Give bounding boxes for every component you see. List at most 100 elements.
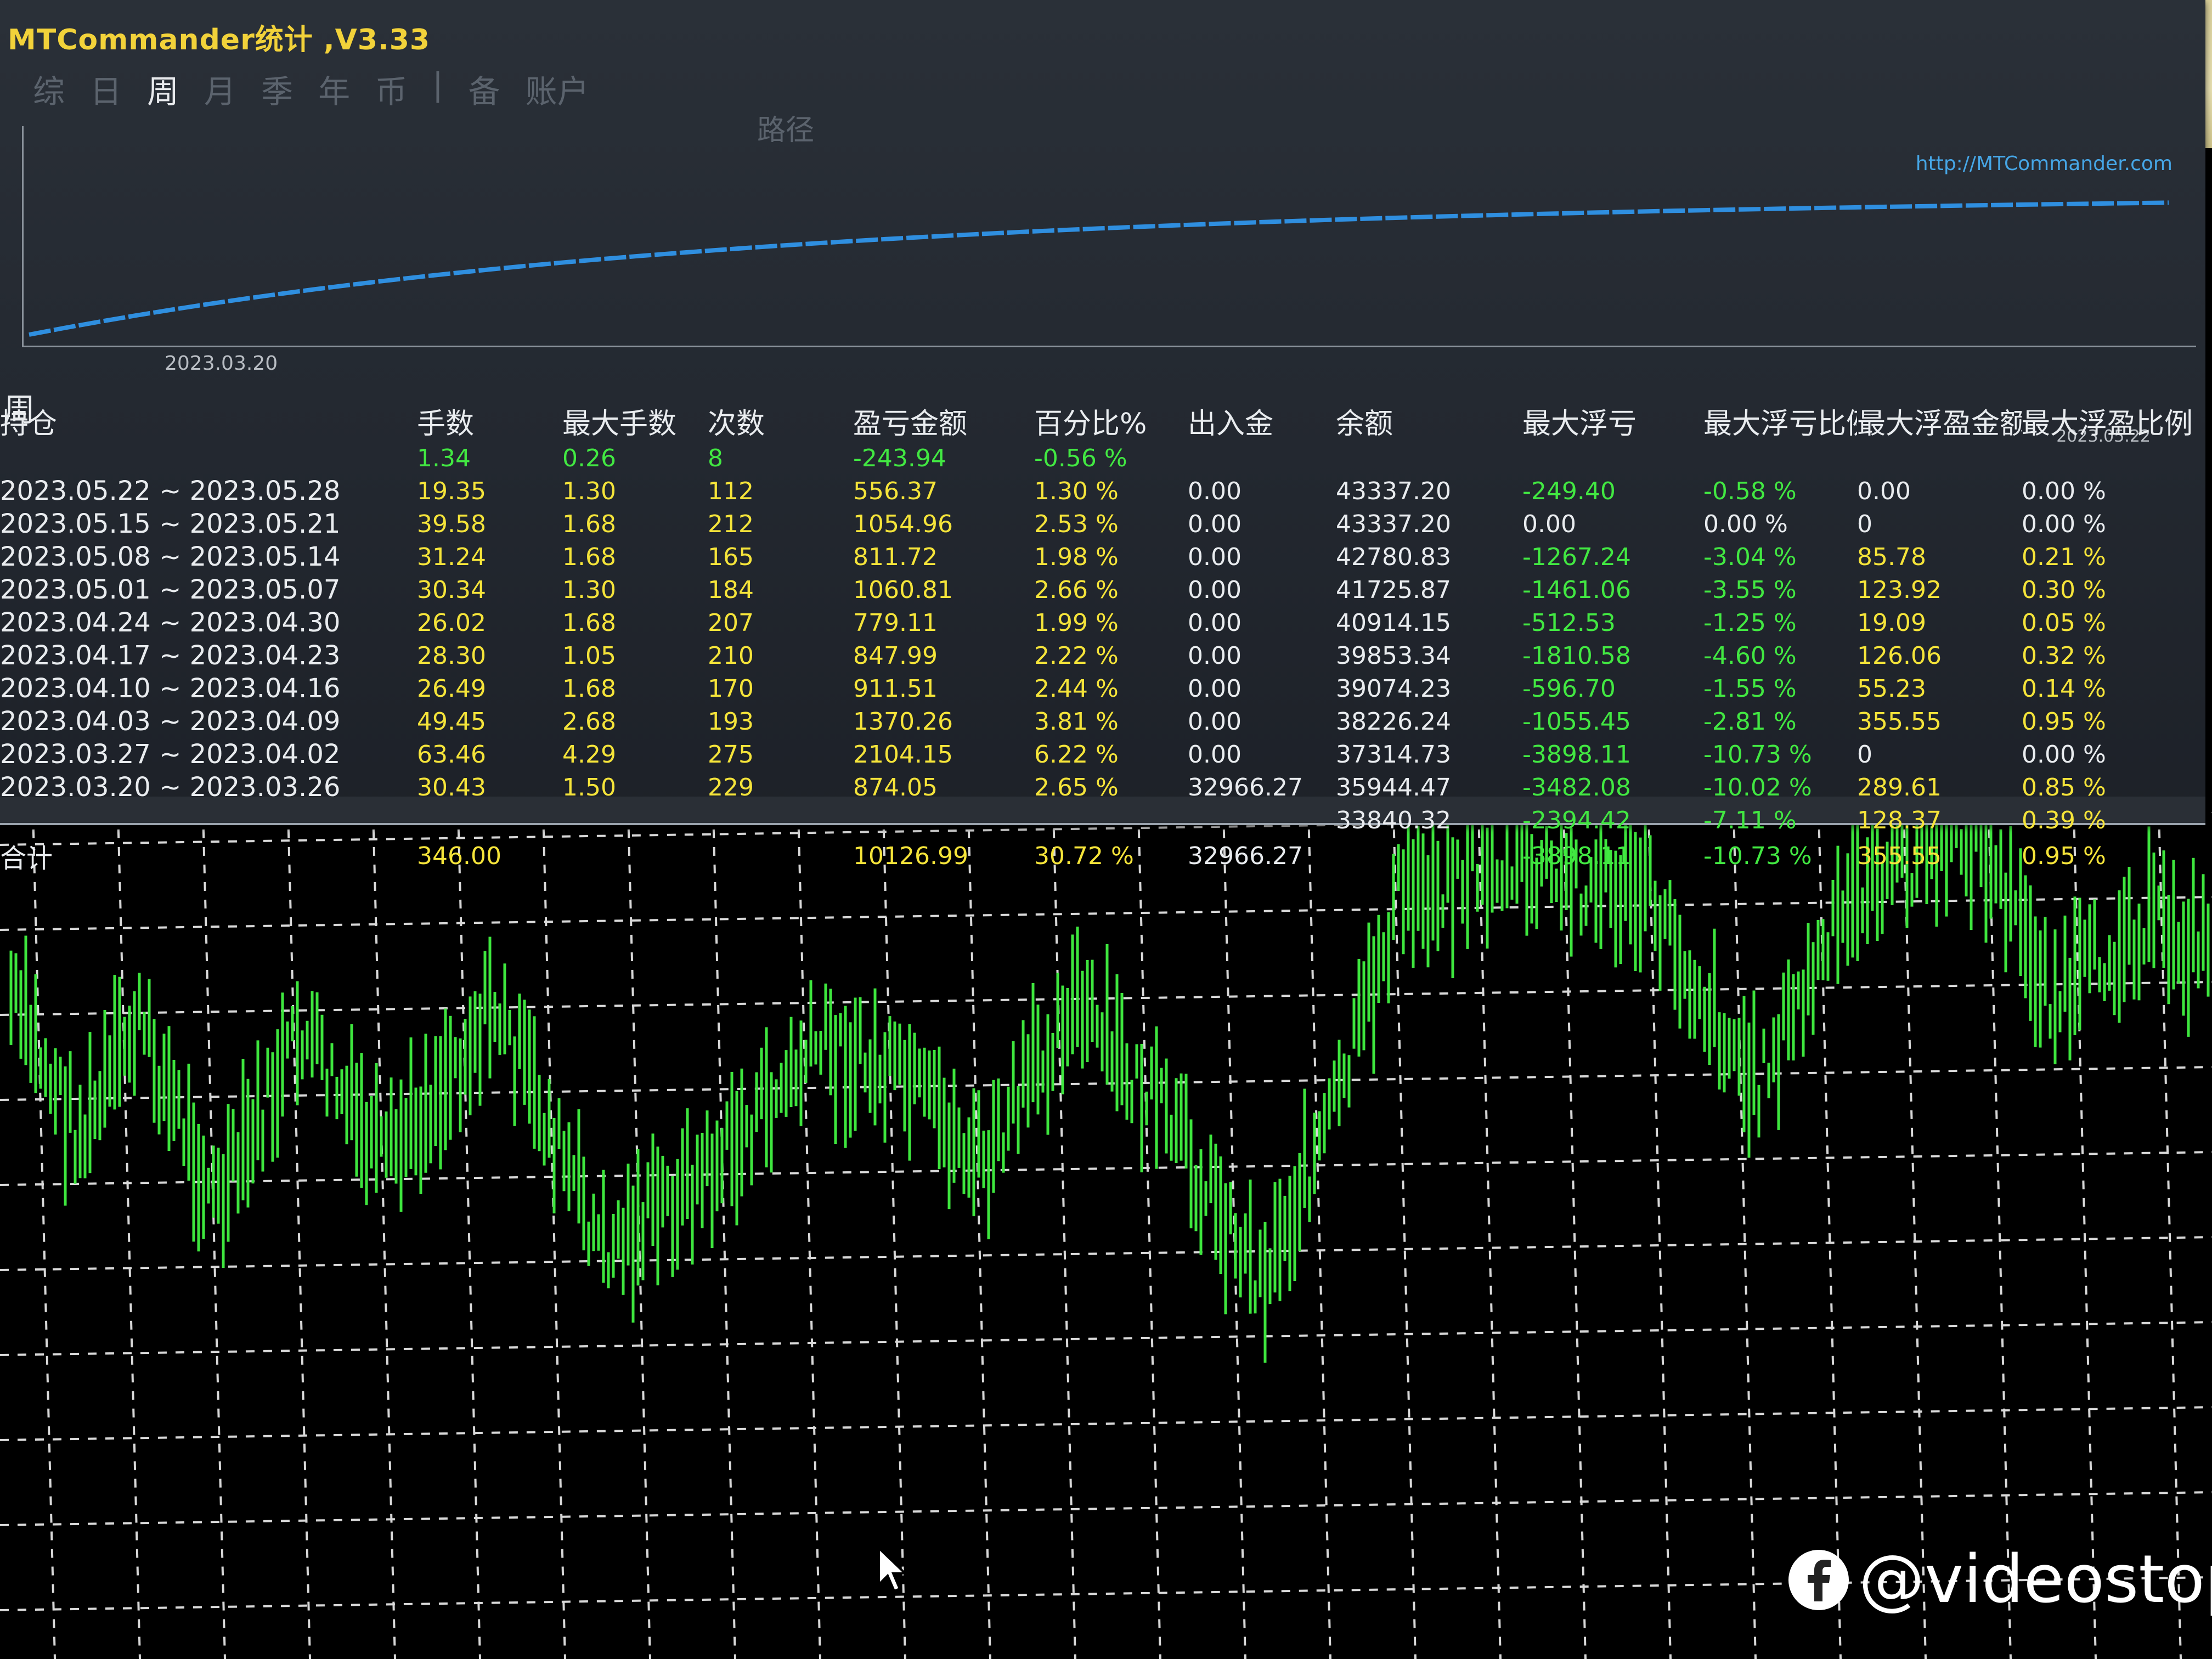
table-cell: 779.11: [853, 608, 938, 637]
table-cell: [562, 804, 708, 837]
table-cell: 28.30: [417, 641, 486, 670]
table-cell: -243.94: [853, 444, 946, 472]
table-row[interactable]: 2023.03.27 ~ 2023.04.02 63.46 4.29 275 2104.…: [0, 738, 2205, 771]
column-header: 余额: [1336, 408, 1393, 441]
table-cell: 19.35: [417, 477, 486, 505]
price-chart-canvas: [0, 812, 2212, 1659]
grid-line: [1137, 812, 1161, 1659]
tab-0[interactable]: 综: [33, 66, 65, 112]
table-cell: 85.78: [1857, 543, 1926, 571]
column-header: 最大手数: [562, 408, 677, 441]
tab-7[interactable]: |: [432, 66, 443, 112]
table-cell: 0.00 %: [2022, 477, 2106, 505]
column-header: 次数: [708, 408, 765, 441]
table-cell: 126.06: [1857, 641, 1942, 670]
table-cell: 32966.27: [1188, 773, 1303, 802]
table-cell: 33840.32: [1336, 806, 1451, 834]
grid-line: [32, 812, 56, 1659]
table-cell: 35944.47: [1336, 773, 1451, 802]
table-cell: 49.45: [417, 707, 486, 736]
table-cell: 0.00 %: [2022, 510, 2106, 538]
table-cell: 1.68: [562, 674, 616, 703]
table-row[interactable]: 2023.05.08 ~ 2023.05.14 31.24 1.68 165 811.7…: [0, 540, 2205, 573]
table-cell: 2023.04.17 ~ 2023.04.23: [0, 640, 341, 671]
table-row[interactable]: 1.34 0.26 8 -243.94 -0.56 %: [0, 442, 2205, 475]
table-cell: 193: [708, 707, 754, 736]
grid-line: [0, 1406, 2212, 1441]
table-row[interactable]: 2023.05.22 ~ 2023.05.28 19.35 1.30 112 556.3…: [0, 475, 2205, 507]
table-cell: 10126.99: [853, 842, 968, 870]
tab-3[interactable]: 月: [204, 66, 236, 112]
app-title: MTCommander统计 ,V3.33: [8, 24, 431, 57]
table-cell: 0.00: [1188, 575, 1242, 604]
table-row[interactable]: 2023.04.17 ~ 2023.04.23 28.30 1.05 210 847.9…: [0, 639, 2205, 672]
tab-4[interactable]: 季: [261, 66, 293, 112]
table-cell: 229: [708, 773, 754, 802]
table-cell: -1.55 %: [1703, 674, 1797, 703]
table-row[interactable]: 2023.03.20 ~ 2023.03.26 30.43 1.50 229 874.0…: [0, 771, 2205, 804]
grid-line: [797, 812, 821, 1659]
table-cell: -10.73 %: [1703, 842, 1812, 870]
table-cell: 43337.20: [1336, 510, 1451, 538]
tab-1[interactable]: 日: [90, 66, 122, 112]
table-cell: 1.30 %: [1034, 477, 1119, 505]
table-row[interactable]: 2023.04.03 ~ 2023.04.09 49.45 2.68 193 1370.…: [0, 705, 2205, 738]
table-cell: 6.22 %: [1034, 740, 1119, 769]
table-cell: 128.37: [1857, 806, 1942, 834]
table-cell: [0, 804, 417, 837]
table-cell: 43337.20: [1336, 477, 1451, 505]
table-cell: 42780.83: [1336, 543, 1451, 571]
tab-8[interactable]: 备: [469, 66, 500, 112]
table-cell: 210: [708, 641, 754, 670]
table-cell: 0.00 %: [2022, 740, 2106, 769]
grid-line: [0, 1491, 2212, 1526]
table-row[interactable]: 33840.32 -2394.42 -7.11 % 128.37 0.39 %: [0, 804, 2205, 837]
table-cell: 0.05 %: [2022, 608, 2106, 637]
table-cell: 123.92: [1857, 575, 1942, 604]
table-cell: -3898.11: [1522, 740, 1631, 769]
tab-5[interactable]: 年: [318, 66, 350, 112]
table-cell: 0.00 %: [1703, 510, 1788, 538]
column-header: 百分比%: [1034, 408, 1147, 441]
balance-curve-chart: [22, 126, 2196, 347]
stats-table: 持仓 手数 最大手数次数 盈亏金额 百分比% 出入金 余额 最大浮亏 最大浮亏比例最大浮盈金额最…: [0, 400, 2205, 875]
stats-panel: MTCommander统计 ,V3.33 综日周月季年币 | 备账户 路径 http…: [0, 0, 2205, 874]
grid-line: [1477, 812, 1502, 1659]
grid-line: [0, 1236, 2212, 1271]
grid-line: [1562, 812, 1587, 1659]
table-cell: [562, 837, 708, 875]
table-cell: 0.95 %: [2022, 842, 2106, 870]
table-cell: [1188, 442, 1336, 475]
facebook-icon: [1788, 1549, 1849, 1610]
table-cell: 63.46: [417, 740, 486, 769]
table-row[interactable]: 2023.05.01 ~ 2023.05.07 30.34 1.30 184 1060.…: [0, 573, 2205, 606]
table-cell: 39074.23: [1336, 674, 1451, 703]
table-cell: -2394.42: [1522, 806, 1631, 834]
table-cell: 0.14 %: [2022, 674, 2106, 703]
table-cell: -10.73 %: [1703, 740, 1812, 769]
grid-line: [457, 812, 481, 1659]
table-cell: -2.81 %: [1703, 707, 1797, 736]
table-cell: 32966.27: [1188, 842, 1303, 870]
table-cell: 0.00: [1188, 641, 1242, 670]
price-chart[interactable]: [0, 812, 2212, 1659]
tab-9[interactable]: 账户: [526, 66, 589, 112]
mouse-cursor-icon: [878, 1546, 908, 1593]
table-row[interactable]: 合计 346.00 10126.99 30.72 % 32966.27 -3898.11 -…: [0, 837, 2205, 875]
grid-line: [0, 1321, 2212, 1356]
table-cell: -0.58 %: [1703, 477, 1797, 505]
tab-6[interactable]: 币: [375, 66, 407, 112]
tab-2[interactable]: 周: [147, 66, 179, 112]
table-cell: [1703, 442, 1857, 475]
table-cell: 55.23: [1857, 674, 1926, 703]
grid-line: [1733, 812, 1757, 1659]
table-cell: 355.55: [1857, 842, 1942, 870]
table-cell: 207: [708, 608, 754, 637]
grid-line: [372, 812, 396, 1659]
table-row[interactable]: 2023.04.10 ~ 2023.04.16 26.49 1.68 170 911.5…: [0, 672, 2205, 705]
table-row[interactable]: 2023.04.24 ~ 2023.04.30 26.02 1.68 207 779.1…: [0, 606, 2205, 639]
table-cell: 1.68: [562, 510, 616, 538]
table-cell: 0.00: [1188, 543, 1242, 571]
table-cell: 2.22 %: [1034, 641, 1119, 670]
table-row[interactable]: 2023.05.15 ~ 2023.05.21 39.58 1.68 212 1054.…: [0, 507, 2205, 540]
